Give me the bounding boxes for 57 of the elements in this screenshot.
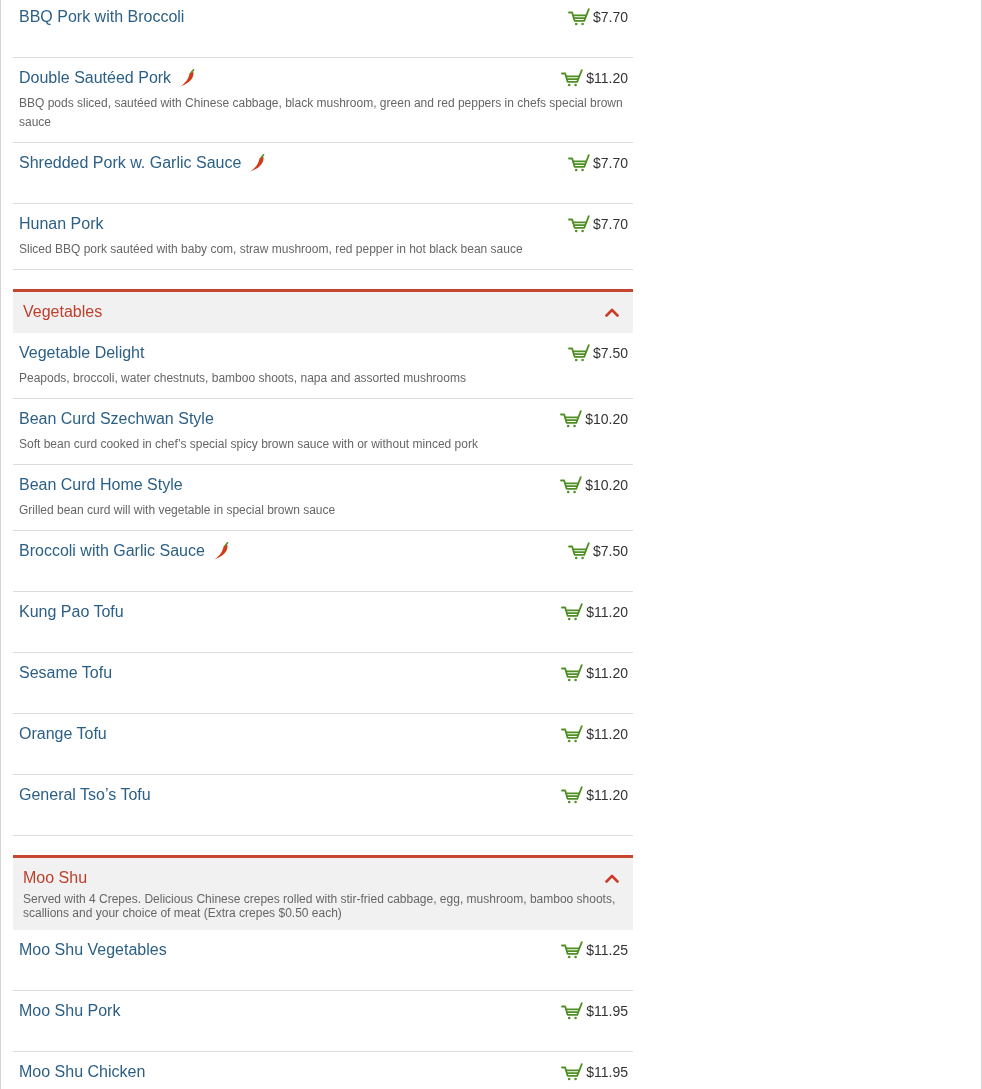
item-name[interactable]: Moo Shu Pork: [19, 1001, 121, 1021]
item-name[interactable]: Orange Tofu: [19, 724, 107, 744]
item-name[interactable]: Bean Curd Home Style: [19, 475, 183, 495]
price: $7.70: [592, 215, 628, 233]
price: $11.20: [586, 725, 628, 743]
price: $11.20: [586, 69, 628, 87]
cart-icon[interactable]: [561, 941, 584, 959]
item-name[interactable]: Broccoli with Garlic Sauce: [19, 541, 205, 561]
cart-icon[interactable]: [567, 154, 590, 172]
item-name[interactable]: General Tso’s Tofu: [19, 785, 151, 805]
price: $11.95: [586, 1002, 628, 1020]
item-name[interactable]: Vegetable Delight: [19, 343, 145, 363]
chevron-up-icon[interactable]: [605, 873, 619, 883]
cart-icon[interactable]: [567, 344, 590, 362]
section-title[interactable]: Vegetables: [23, 302, 103, 322]
price: $11.25: [586, 941, 628, 959]
item-name[interactable]: Bean Curd Szechwan Style: [19, 409, 214, 429]
item-description: Soft bean curd cooked in chef’s special spicy brown sauce with or without minced pork: [19, 436, 479, 453]
cart-icon[interactable]: [560, 476, 583, 494]
cart-icon[interactable]: [567, 215, 590, 233]
section-title[interactable]: Moo Shu: [23, 868, 88, 888]
price: $11.20: [586, 664, 628, 682]
item-name[interactable]: Kung Pao Tofu: [19, 602, 124, 622]
cart-icon[interactable]: [561, 664, 584, 682]
item-name[interactable]: Shredded Pork w. Garlic Sauce: [19, 153, 242, 173]
price: $10.20: [585, 410, 628, 428]
item-name[interactable]: Hunan Pork: [19, 214, 104, 234]
price: $7.70: [592, 154, 628, 172]
cart-icon[interactable]: [567, 542, 590, 560]
cart-icon[interactable]: [561, 725, 584, 743]
section-description: Served with 4 Crepes. Delicious Chinese crepes rolled with stir-fried cabbage, egg, mushroom, bamboo shoots, scallions and your choice of meat (Extra crepes $0.50 each): [23, 892, 617, 920]
item-name[interactable]: Moo Shu Vegetables: [19, 940, 167, 960]
section-header[interactable]: Moo Shu Served with 4 Crepes. Delicious Chinese crepes rolled with stir-fried cabbage, egg, mushroom, bamboo shoots, scallions and your choice of meat (Extra crepes $0.50 each): [13, 855, 633, 930]
cart-icon[interactable]: [561, 69, 584, 87]
item-description: BBQ pods sliced, sautéed with Chinese cabbage, black mushroom, green and red peppers in chefs special brown sauce: [19, 95, 624, 131]
item-name[interactable]: Sesame Tofu: [19, 663, 113, 683]
price: $11.20: [586, 786, 628, 804]
cart-icon[interactable]: [561, 603, 584, 621]
section-header[interactable]: Vegetables: [13, 289, 633, 333]
price: $7.70: [592, 8, 628, 26]
cart-icon[interactable]: [561, 1063, 584, 1081]
item-description: Sliced BBQ pork sautéed with baby com, straw mushroom, red pepper in hot black bean sauce: [19, 241, 524, 258]
price: $10.20: [585, 476, 628, 494]
cart-icon[interactable]: [561, 786, 584, 804]
price: $11.95: [586, 1063, 628, 1081]
item-name[interactable]: BBQ Pork with Broccoli: [19, 7, 185, 27]
price: $7.50: [592, 542, 628, 560]
price: $7.50: [592, 344, 628, 362]
cart-icon[interactable]: [560, 410, 583, 428]
item-description: Grilled bean curd will with vegetable in special brown sauce: [19, 502, 337, 519]
item-name[interactable]: Moo Shu Chicken: [19, 1062, 146, 1082]
chevron-up-icon[interactable]: [605, 307, 619, 317]
cart-icon[interactable]: [561, 1002, 584, 1020]
cart-icon[interactable]: [567, 8, 590, 26]
price: $11.20: [586, 603, 628, 621]
item-name[interactable]: Double Sautéed Pork: [19, 68, 172, 88]
item-description: Peapods, broccoli, water chestnuts, bamboo shoots, napa and assorted mushrooms: [19, 370, 467, 387]
